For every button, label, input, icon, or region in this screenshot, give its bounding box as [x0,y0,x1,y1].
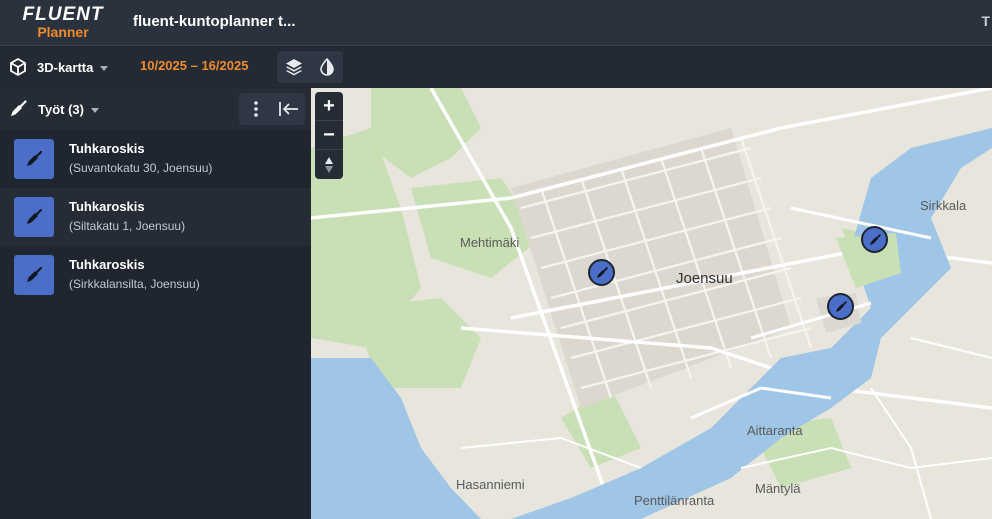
layers-button[interactable] [277,51,310,83]
map-view[interactable]: Sirkkala Mehtimäki Joensuu Aittaranta Ha… [311,88,992,519]
list-item[interactable]: Tuhkaroskis (Sirkkalansilta, Joensuu) [0,246,311,304]
job-marker[interactable] [861,226,888,253]
job-address: (Sirkkalansilta, Joensuu) [69,277,200,291]
week-range-selector[interactable]: 10/2025 – 16/2025 [140,58,248,73]
shovel-icon [835,300,847,312]
map-label-joensuu: Joensuu [676,270,733,287]
shovel-icon [596,266,608,278]
map-tool-group [277,51,343,83]
app-header: FLUENT Planner fluent-kuntoplanner t... … [0,0,992,46]
job-list: Tuhkaroskis (Suvantokatu 30, Joensuu) Tu… [0,130,311,304]
job-marker[interactable] [588,259,615,286]
zoom-in-button[interactable]: + [315,92,343,121]
shovel-icon [869,233,881,245]
header-user-text[interactable]: T [981,13,990,29]
job-marker[interactable] [827,293,854,320]
contrast-icon [319,58,334,76]
cube-icon [10,58,26,76]
zoom-out-button[interactable]: − [315,121,343,150]
compass-icon [325,156,333,173]
job-address: (Suvantokatu 30, Joensuu) [69,161,213,175]
job-title: Tuhkaroskis [69,199,145,214]
job-title: Tuhkaroskis [69,257,145,272]
shovel-icon [14,139,54,179]
jobs-label: Työt (3) [38,101,84,117]
compass-button[interactable] [315,150,343,179]
chevron-down-icon [90,107,99,113]
contrast-button[interactable] [310,51,343,83]
job-address: (Siltakatu 1, Joensuu) [69,219,186,233]
jobs-dropdown[interactable]: Työt (3) [8,98,99,120]
zoom-controls: + − [315,92,343,179]
list-item[interactable]: Tuhkaroskis (Suvantokatu 30, Joensuu) [0,130,311,188]
jobs-header: Työt (3) [0,88,311,130]
map-canvas[interactable] [311,88,992,519]
list-item[interactable]: Tuhkaroskis (Siltakatu 1, Joensuu) [0,188,311,246]
map-mode-label: 3D-kartta [37,59,94,75]
map-label-mehtimaki: Mehtimäki [460,235,520,250]
jobs-sidebar: Työt (3) Tuhkaroskis (Suvantokatu 30, Jo… [0,88,311,519]
layers-icon [285,59,302,76]
collapse-left-icon [278,102,298,116]
sidebar-actions [239,93,305,125]
shovel-icon [11,100,27,116]
collapse-sidebar-button[interactable] [272,93,305,125]
logo-fluent-text: FLUENT [22,4,104,25]
map-toolbar: 3D-kartta 10/2025 – 16/2025 [0,47,992,87]
chevron-down-icon [100,65,109,71]
map-label-sirkkala: Sirkkala [920,198,967,213]
fluent-planner-logo[interactable]: FLUENT Planner [18,5,108,41]
map-label-aittaranta: Aittaranta [747,423,803,438]
shovel-icon [14,197,54,237]
map-label-penttilanranta: Penttilänranta [634,493,715,508]
map-label-hasanniemi: Hasanniemi [456,477,525,492]
more-vertical-icon [253,101,258,117]
map-label-mantyla: Mäntylä [755,481,801,496]
more-options-button[interactable] [239,93,272,125]
job-title: Tuhkaroskis [69,141,145,156]
page-title: fluent-kuntoplanner t... [133,13,296,30]
logo-planner-text: Planner [37,24,89,40]
shovel-icon [14,255,54,295]
map-mode-dropdown[interactable]: 3D-kartta [8,56,109,78]
